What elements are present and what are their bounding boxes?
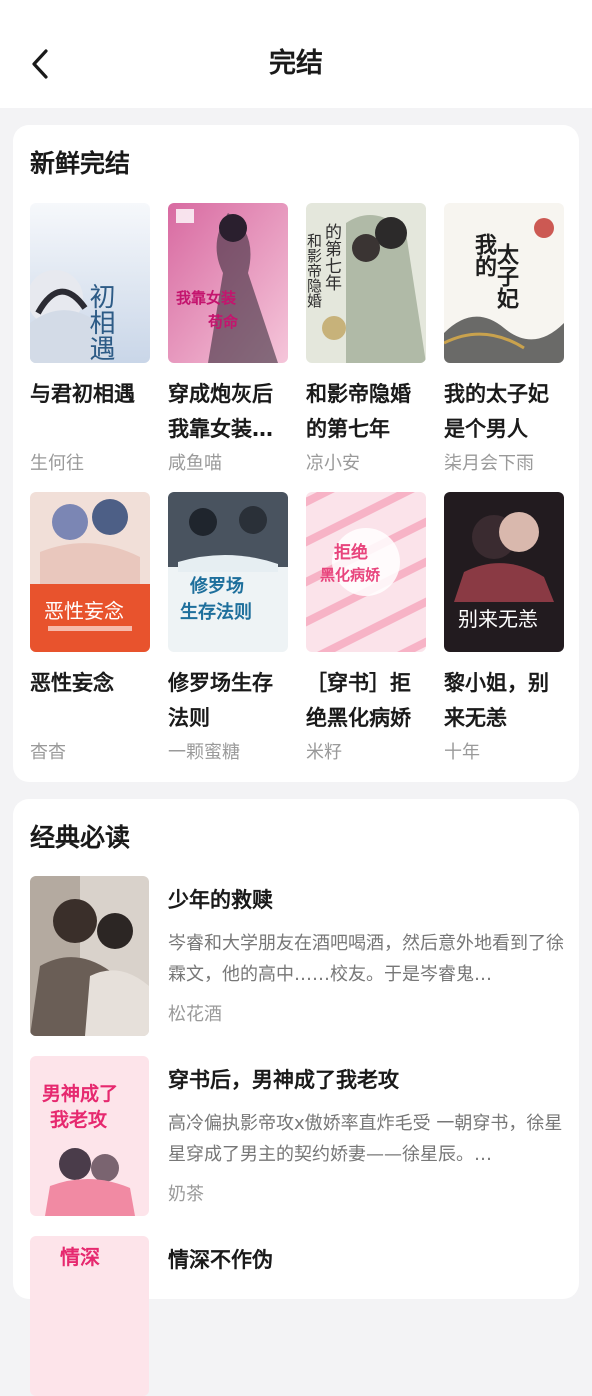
book-card[interactable]: 我靠女装 苟命 穿成炮灰后我靠女装… 咸鱼喵 — [168, 203, 288, 479]
book-author: 柒月会下雨 — [444, 453, 534, 474]
list-item[interactable]: 男神成了 我老攻 穿书后，男神成了我老攻 高冷偏执影帝攻x傲娇率直炸毛受 一朝穿… — [30, 1056, 562, 1216]
book-author: 米籽 — [306, 742, 342, 763]
book-description: 岑睿和大学朋友在酒吧喝酒，然后意外地看到了徐霖文，他的高中……校友。于是岑睿鬼… — [168, 933, 564, 985]
book-author: 松花酒 — [168, 1004, 222, 1025]
book-title: 与君初相遇 — [30, 382, 135, 406]
book-card[interactable]: 别来无恙 黎小姐，别来无恙 十年 — [444, 492, 564, 768]
book-title: 情深不作伪 — [168, 1248, 273, 1272]
book-author: 生何往 — [30, 453, 84, 474]
book-title: 我的太子妃是个男人 — [444, 382, 549, 441]
book-description: 高冷偏执影帝攻x傲娇率直炸毛受 一朝穿书，徐星星穿成了男主的契约娇妻——徐星辰。… — [168, 1113, 563, 1165]
svg-text:情深: 情深 — [60, 1245, 100, 1269]
book-card[interactable]: 我的 太子妃 我的太子妃是个男人 柒月会下雨 — [444, 203, 564, 479]
book-title: 穿书后，男神成了我老攻 — [168, 1068, 399, 1092]
book-cover[interactable]: 修罗场 生存法则 — [168, 492, 288, 652]
book-title: 黎小姐，别来无恙 — [444, 671, 549, 730]
book-cover[interactable]: 和影帝隐婚 的第七年 — [306, 203, 426, 363]
svg-text:我老攻: 我老攻 — [50, 1108, 108, 1131]
book-author: 一颗蜜糖 — [168, 742, 240, 763]
top-bar: 完结 — [0, 0, 592, 108]
book-author: 凉小安 — [306, 453, 360, 474]
book-cover[interactable]: 恶性妄念 — [30, 492, 150, 652]
book-author: 十年 — [444, 742, 480, 763]
classic-reads-section: 经典必读 少年的救赎 岑睿和大学朋友在酒吧喝酒，然后意外地看到了徐霖文，他的高中… — [13, 799, 579, 1396]
book-cover[interactable]: 我靠女装 苟命 — [168, 203, 288, 363]
book-cover[interactable]: 别来无恙 — [444, 492, 564, 652]
book-title: 修罗场生存法则 — [168, 671, 273, 730]
svg-text:男神成了: 男神成了 — [42, 1082, 118, 1105]
svg-text:黑化病娇: 黑化病娇 — [320, 566, 381, 584]
book-card[interactable]: 拒绝 黑化病娇 ［穿书］拒绝黑化病娇 米籽 — [306, 492, 426, 768]
svg-text:生存法则: 生存法则 — [180, 601, 252, 623]
svg-text:恶性妄念: 恶性妄念 — [44, 599, 124, 623]
book-card[interactable]: 初相遇 与君初相遇 生何往 — [30, 203, 150, 479]
book-cover[interactable]: 男神成了 我老攻 — [30, 1056, 149, 1216]
svg-text:的第七年: 的第七年 — [321, 223, 342, 291]
page-title: 完结 — [269, 48, 323, 79]
svg-text:别来无恙: 别来无恙 — [458, 607, 538, 631]
svg-text:拒绝: 拒绝 — [334, 542, 368, 563]
book-card[interactable]: 和影帝隐婚 的第七年 和影帝隐婚的第七年 凉小安 — [306, 203, 426, 479]
book-cover[interactable]: 我的 太子妃 — [444, 203, 564, 363]
list-item[interactable]: 情深 情深不作伪 — [30, 1236, 562, 1396]
book-title: ［穿书］拒绝黑化病娇 — [306, 671, 411, 730]
book-title: 恶性妄念 — [30, 671, 114, 695]
book-cover[interactable]: 拒绝 黑化病娇 — [306, 492, 426, 652]
svg-text:初相遇: 初相遇 — [85, 283, 115, 361]
book-cover[interactable] — [30, 876, 149, 1036]
svg-text:修罗场: 修罗场 — [189, 575, 244, 597]
fresh-completed-section: 新鲜完结 初相遇 与君初相遇 生何往 我靠女装 苟命 穿成炮灰后我靠女装… 咸鱼… — [13, 125, 579, 782]
book-author: 咸鱼喵 — [168, 453, 222, 474]
book-card[interactable]: 修罗场 生存法则 修罗场生存法则 一颗蜜糖 — [168, 492, 288, 768]
book-title: 和影帝隐婚的第七年 — [306, 382, 411, 441]
svg-text:太子妃: 太子妃 — [493, 243, 519, 310]
list-item[interactable]: 少年的救赎 岑睿和大学朋友在酒吧喝酒，然后意外地看到了徐霖文，他的高中……校友。… — [30, 876, 564, 1036]
book-card[interactable]: 恶性妄念 恶性妄念 杳杳 — [30, 492, 150, 768]
book-cover[interactable]: 初相遇 — [30, 203, 150, 363]
section-title: 经典必读 — [30, 823, 131, 852]
book-cover[interactable]: 情深 — [30, 1236, 149, 1396]
svg-text:我靠女装: 我靠女装 — [176, 289, 237, 307]
book-author: 奶茶 — [168, 1184, 204, 1205]
book-title: 穿成炮灰后我靠女装… — [168, 382, 273, 441]
book-author: 杳杳 — [30, 742, 66, 763]
book-title: 少年的救赎 — [168, 888, 273, 912]
svg-text:苟命: 苟命 — [207, 313, 239, 331]
section-title: 新鲜完结 — [30, 149, 131, 178]
